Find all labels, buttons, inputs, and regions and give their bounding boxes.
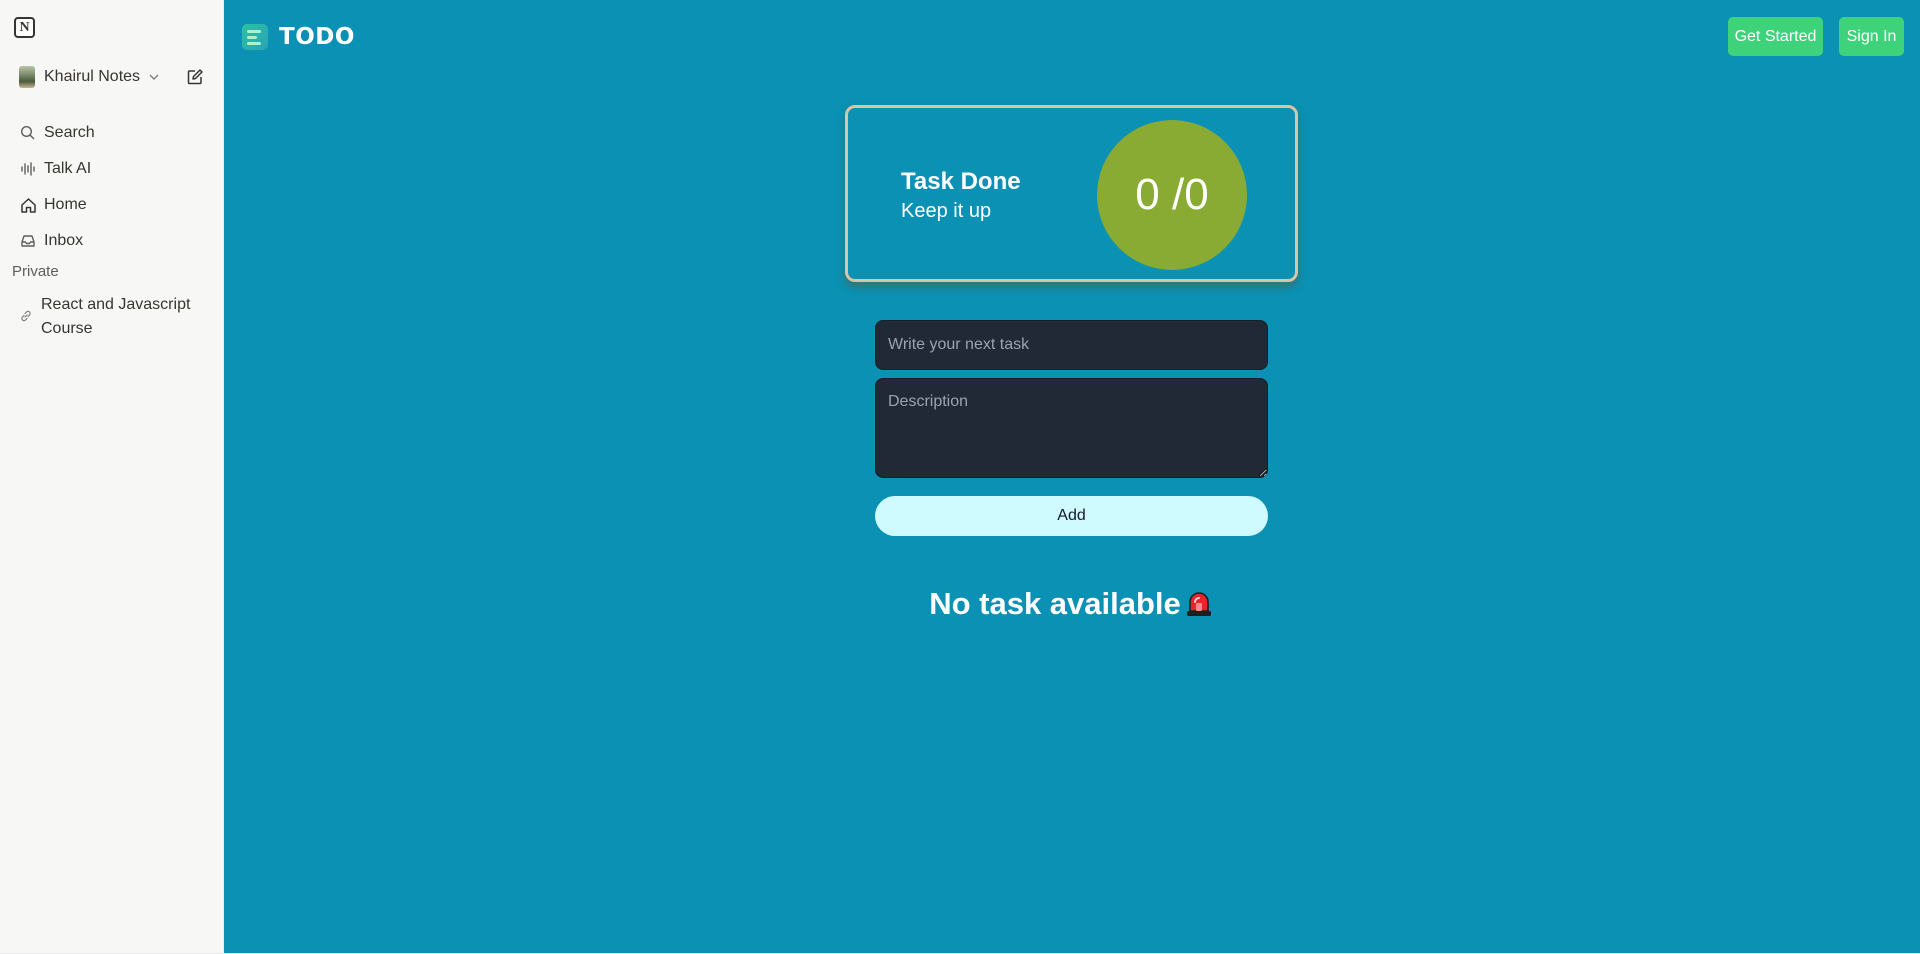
progress-counter: 0 /0 (1097, 120, 1247, 270)
add-task-button[interactable]: Add (875, 496, 1268, 536)
sidebar-item-talk-ai[interactable]: Talk AI (19, 156, 91, 182)
sidebar-item-label: Inbox (44, 232, 84, 249)
task-progress-card: Task Done Keep it up 0 /0 (845, 105, 1298, 282)
checklist-icon (242, 24, 268, 50)
task-description-input[interactable] (875, 378, 1268, 478)
sidebar: N Khairul Notes Search Talk AI Home Inbo… (0, 0, 224, 953)
sidebar-item-search[interactable]: Search (19, 120, 95, 146)
section-label-private: Private (12, 263, 59, 280)
progress-subtitle: Keep it up (901, 200, 992, 222)
sidebar-item-home[interactable]: Home (19, 192, 87, 218)
task-title-input[interactable] (875, 320, 1268, 370)
inbox-icon (19, 232, 37, 250)
home-icon (19, 196, 37, 214)
sidebar-item-inbox[interactable]: Inbox (19, 228, 83, 254)
workspace-switcher[interactable]: Khairul Notes (19, 64, 160, 90)
link-icon (21, 310, 31, 322)
new-page-icon[interactable] (186, 68, 204, 86)
search-icon (19, 124, 37, 142)
chevron-down-icon (149, 74, 159, 80)
workspace-avatar (19, 66, 35, 88)
sidebar-item-label: Home (44, 196, 87, 213)
notion-logo-icon[interactable]: N (14, 17, 35, 38)
get-started-button[interactable]: Get Started (1728, 17, 1823, 56)
sign-in-button[interactable]: Sign In (1839, 17, 1904, 56)
waveform-icon (19, 160, 37, 178)
sidebar-page-label: React and Javascript Course (41, 296, 191, 337)
progress-title: Task Done (901, 168, 1021, 195)
main-content: TODO Get Started Sign In Task Done Keep … (224, 0, 1920, 953)
sidebar-page-react-course[interactable]: React and Javascript Course (19, 293, 209, 341)
sidebar-item-label: Talk AI (44, 160, 92, 177)
empty-state: No task available (848, 586, 1295, 622)
empty-state-message: No task available (929, 586, 1181, 621)
siren-icon (1186, 592, 1211, 616)
brand[interactable]: TODO (242, 24, 355, 50)
sidebar-item-label: Search (44, 124, 95, 141)
workspace-name: Khairul Notes (44, 68, 141, 85)
brand-title: TODO (279, 24, 355, 50)
